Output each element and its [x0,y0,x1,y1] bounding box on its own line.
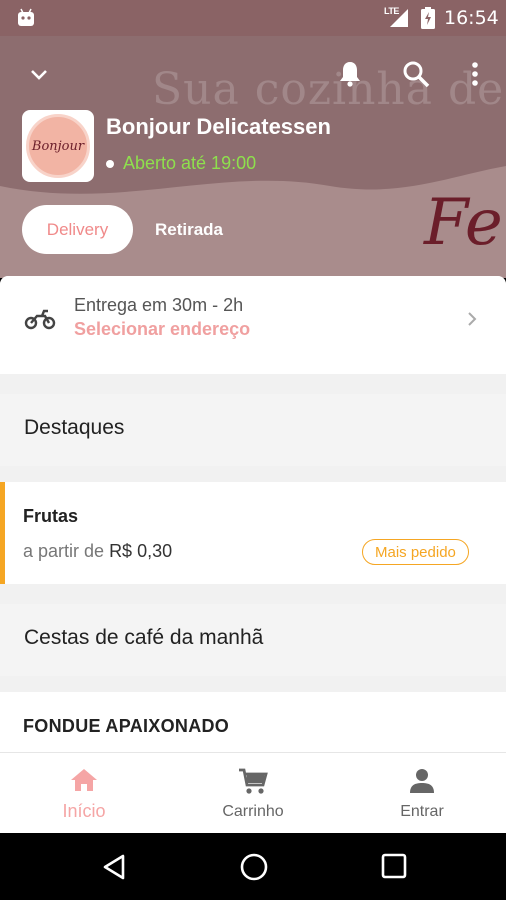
menu-content[interactable]: Entrega em 30m - 2h Selecionar endereço … [0,276,506,752]
chevron-down-icon[interactable] [28,64,50,86]
product-card-frutas[interactable]: Frutas a partir de R$ 0,30 Mais pedido [0,482,506,584]
signal-icon [390,9,408,27]
section-highlights: Destaques [0,394,506,466]
bell-icon[interactable] [337,60,363,88]
search-icon[interactable] [402,60,430,88]
motorcycle-icon [24,309,56,330]
most-ordered-badge: Mais pedido [362,539,469,565]
nav-login[interactable]: Entrar [338,753,506,834]
section-fondue: FONDUE APAIXONADO [0,692,506,752]
home-circle-icon[interactable] [239,852,269,882]
nav-cart-label: Carrinho [222,803,284,820]
system-navigation-bar [0,833,506,900]
product-price-line: a partir de R$ 0,30 [23,541,172,562]
cart-icon [239,768,268,794]
battery-charging-icon [421,7,435,29]
clock: 16:54 [444,7,499,29]
open-status-dot [106,160,114,168]
recents-icon[interactable] [381,853,407,879]
store-logo: Bonjour [22,110,94,182]
tab-pickup[interactable]: Retirada [143,205,235,254]
more-vert-icon[interactable] [468,60,482,88]
section-highlights-title: Destaques [24,416,125,439]
person-icon [410,769,434,793]
open-status: Aberto até 19:00 [123,153,257,173]
header-background-script: Feito [424,186,506,260]
status-bar: LTE 16:54 [0,0,506,36]
home-icon [71,769,97,791]
product-name: Frutas [23,506,79,526]
tab-delivery[interactable]: Delivery [22,205,133,254]
section-fondue-title: FONDUE APAIXONADO [23,716,230,736]
nav-home[interactable]: Início [0,753,168,834]
store-name: Bonjour Delicatessen [106,114,331,139]
store-logo-text: Bonjour [31,138,85,154]
back-icon[interactable] [101,853,127,881]
nav-cart[interactable]: Carrinho [169,753,337,834]
android-icon [18,8,34,26]
chevron-right-icon[interactable] [466,310,478,328]
price-prefix: a partir de [23,541,105,561]
section-breakfast-title: Cestas de café da manhã [24,626,264,649]
product-price: R$ 0,30 [109,541,173,561]
highlight-accent-bar [0,482,5,584]
bottom-navigation: Início Carrinho Entrar [0,752,506,833]
nav-home-label: Início [62,801,106,821]
select-address-link[interactable]: Selecionar endereço [74,319,250,340]
delivery-address-card[interactable]: Entrega em 30m - 2h Selecionar endereço [0,276,506,374]
nav-login-label: Entrar [400,803,444,820]
header-background-text: Sua cozinha de [152,64,505,115]
section-breakfast-baskets: Cestas de café da manhã [0,604,506,676]
delivery-time: Entrega em 30m - 2h [74,295,244,315]
